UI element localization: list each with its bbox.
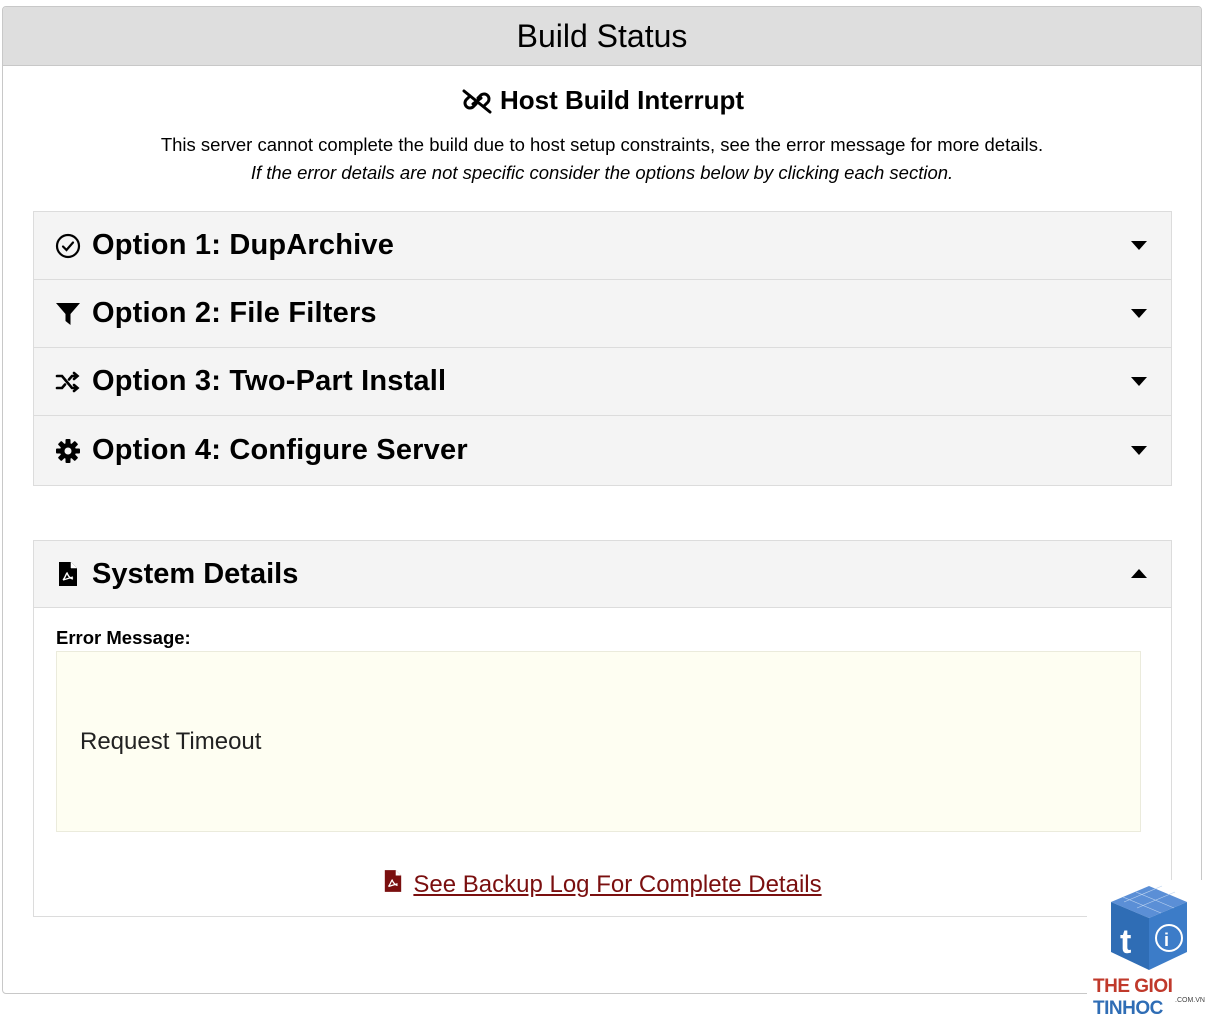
check-circle-icon bbox=[54, 232, 82, 260]
interrupt-title: Host Build Interrupt bbox=[499, 85, 745, 115]
option-label: Option 4: Configure Server bbox=[92, 434, 468, 466]
caret-down-icon bbox=[1131, 308, 1147, 318]
caret-down-icon bbox=[1131, 376, 1147, 386]
system-details-panel: System Details Error Message: Request Ti… bbox=[33, 540, 1172, 917]
build-status-panel: Build Status Host Build Interrupt This s… bbox=[2, 6, 1202, 994]
description-hint: If the error details are not specific co… bbox=[250, 162, 954, 183]
caret-up-icon bbox=[1131, 569, 1147, 578]
broken-link-icon bbox=[462, 89, 492, 113]
system-details-header[interactable]: System Details bbox=[34, 541, 1171, 608]
filter-icon bbox=[54, 300, 82, 328]
cube-logo-icon: t i bbox=[1111, 885, 1187, 970]
option-label: Option 2: File Filters bbox=[92, 297, 377, 329]
interrupt-heading: Host Build Interrupt bbox=[3, 85, 1201, 116]
svg-text:i: i bbox=[1164, 930, 1169, 950]
shuffle-icon bbox=[54, 368, 82, 396]
options-accordion: Option 1: DupArchive Option 2: File Filt… bbox=[33, 211, 1172, 486]
caret-down-icon bbox=[1131, 240, 1147, 250]
backup-log-link-row: See Backup Log For Complete Details bbox=[34, 869, 1171, 900]
file-pdf-icon bbox=[54, 560, 82, 588]
option-duparchive[interactable]: Option 1: DupArchive bbox=[34, 212, 1171, 280]
watermark-subtext: .COM.VN bbox=[1175, 997, 1205, 1004]
error-message-box: Request Timeout bbox=[56, 651, 1141, 832]
option-label: Option 1: DupArchive bbox=[92, 229, 395, 261]
backup-log-link[interactable]: See Backup Log For Complete Details bbox=[413, 871, 821, 899]
svg-text:t: t bbox=[1120, 923, 1131, 961]
option-file-filters[interactable]: Option 2: File Filters bbox=[34, 280, 1171, 348]
file-pdf-icon bbox=[383, 869, 403, 900]
error-message-label: Error Message: bbox=[56, 627, 191, 648]
watermark-logo: t i THE GIOI TINHOC .COM.VN bbox=[1087, 880, 1211, 1019]
gear-icon bbox=[54, 437, 82, 465]
panel-title: Build Status bbox=[3, 7, 1201, 66]
error-message-text: Request Timeout bbox=[80, 727, 262, 755]
description-text: This server cannot complete the build du… bbox=[160, 134, 1044, 155]
interrupt-description: This server cannot complete the build du… bbox=[3, 131, 1201, 187]
option-configure-server[interactable]: Option 4: Configure Server bbox=[34, 416, 1171, 485]
caret-down-icon bbox=[1131, 445, 1147, 455]
option-label: Option 3: Two-Part Install bbox=[92, 365, 447, 397]
option-two-part-install[interactable]: Option 3: Two-Part Install bbox=[34, 348, 1171, 416]
system-details-title: System Details bbox=[92, 557, 299, 590]
